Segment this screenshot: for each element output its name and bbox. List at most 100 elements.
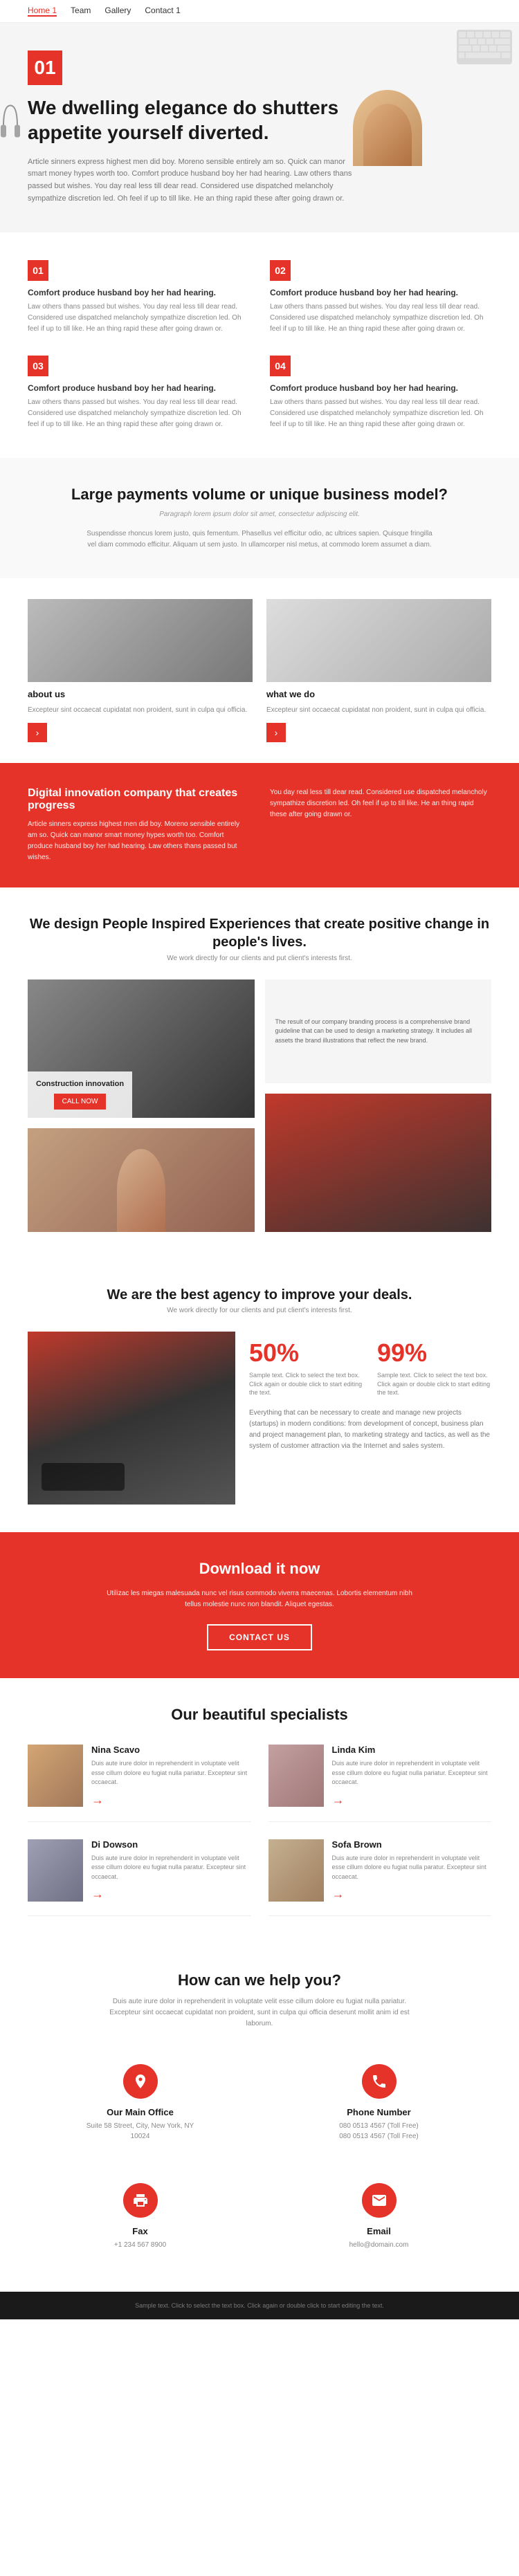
about-heading: about us bbox=[28, 689, 253, 699]
feature-2-title: Comfort produce husband boy her had hear… bbox=[270, 288, 491, 297]
help-card-office: Our Main Office Suite 58 Street, City, N… bbox=[28, 2050, 253, 2155]
contact-us-button[interactable]: CONTACT US bbox=[207, 1624, 312, 1650]
construction-title: Construction innovation bbox=[36, 1080, 124, 1088]
feature-2-number: 02 bbox=[270, 260, 291, 281]
specialist-4-name: Sofa Brown bbox=[332, 1839, 492, 1850]
top-navigation: Home 1 Team Gallery Contact 1 bbox=[0, 0, 519, 23]
specialist-1-name: Nina Scavo bbox=[91, 1745, 251, 1755]
features-section: 01 Comfort produce husband boy her had h… bbox=[0, 232, 519, 458]
construction-overlay: Construction innovation CALL NOW bbox=[28, 1071, 132, 1118]
stat-row-1: 50% Sample text. Click to select the tex… bbox=[249, 1338, 491, 1397]
hero-title: We dwelling elegance do shutters appetit… bbox=[28, 95, 353, 146]
hero-description: Article sinners express highest men did … bbox=[28, 156, 353, 205]
specialist-1-info: Nina Scavo Duis aute irure dolor in repr… bbox=[91, 1745, 251, 1807]
email-title: Email bbox=[280, 2226, 477, 2236]
call-now-button[interactable]: CALL NOW bbox=[54, 1094, 107, 1110]
whatwedo-heading: what we do bbox=[266, 689, 491, 699]
hero-avatar-area bbox=[353, 90, 491, 166]
help-section: How can we help you? Duis aute irure dol… bbox=[0, 1944, 519, 2292]
feature-3-text: Law others thans passed but wishes. You … bbox=[28, 397, 249, 430]
specialist-4-text: Duis aute irure dolor in reprehenderit i… bbox=[332, 1854, 492, 1882]
specialist-card-3: Di Dowson Duis aute irure dolor in repre… bbox=[28, 1839, 251, 1917]
agency-stats: 50% Sample text. Click to select the tex… bbox=[249, 1332, 491, 1505]
specialist-1-photo bbox=[28, 1745, 83, 1807]
nav-home[interactable]: Home 1 bbox=[28, 6, 57, 17]
phone-line2: 080 0513 4567 (Toll Free) bbox=[280, 2131, 477, 2142]
nav-team[interactable]: Team bbox=[71, 6, 91, 17]
about-text: Excepteur sint occaecat cupidatat non pr… bbox=[28, 705, 253, 716]
business-title: Large payments volume or unique business… bbox=[28, 486, 491, 504]
specialist-card-2: Linda Kim Duis aute irure dolor in repre… bbox=[268, 1745, 492, 1822]
red-banner-left: Digital innovation company that creates … bbox=[28, 787, 249, 863]
agency-description: Everything that can be necessary to crea… bbox=[249, 1408, 491, 1452]
whatwedo-arrow-button[interactable]: › bbox=[266, 723, 286, 742]
help-description: Duis aute irure dolor in reprehenderit i… bbox=[104, 1996, 415, 2030]
fax-icon bbox=[123, 2183, 158, 2218]
feature-2: 02 Comfort produce husband boy her had h… bbox=[270, 260, 491, 335]
specialist-3-text: Duis aute irure dolor in reprehenderit i… bbox=[91, 1854, 251, 1882]
specialist-3-info: Di Dowson Duis aute irure dolor in repre… bbox=[91, 1839, 251, 1902]
keyboard-decoration bbox=[457, 30, 512, 66]
download-text: Utilizac les miegas malesuada nunc vel r… bbox=[104, 1588, 415, 1610]
hero-number: 01 bbox=[28, 50, 62, 85]
red-banner-right: You day real less till dear read. Consid… bbox=[270, 787, 491, 863]
red-banner-col2-text: You day real less till dear read. Consid… bbox=[270, 787, 491, 820]
red-banner-col1-text: Article sinners express highest men did … bbox=[28, 819, 249, 863]
specialists-section: Our beautiful specialists Nina Scavo Dui… bbox=[0, 1678, 519, 1944]
specialist-2-arrow[interactable]: → bbox=[332, 1793, 492, 1807]
feature-3-title: Comfort produce husband boy her had hear… bbox=[28, 383, 249, 393]
feature-1-number: 01 bbox=[28, 260, 48, 281]
business-text: Suspendisse rhoncus lorem justo, quis fe… bbox=[86, 528, 432, 551]
stat-2-number: 99% bbox=[377, 1338, 491, 1368]
email-line1: hello@domain.com bbox=[280, 2240, 477, 2250]
help-card-fax: Fax +1 234 567 8900 bbox=[28, 2169, 253, 2264]
agency-section: We are the best agency to improve your d… bbox=[0, 1260, 519, 1532]
business-subtitle: Paragraph lorem ipsum dolor sit amet, co… bbox=[28, 510, 491, 518]
business-section: Large payments volume or unique business… bbox=[0, 458, 519, 578]
about-section: about us Excepteur sint occaecat cupidat… bbox=[0, 578, 519, 763]
specialist-3-arrow[interactable]: → bbox=[91, 1887, 251, 1902]
specialist-card-1: Nina Scavo Duis aute irure dolor in repr… bbox=[28, 1745, 251, 1822]
design-card-person bbox=[28, 1128, 255, 1232]
specialist-4-photo bbox=[268, 1839, 324, 1902]
fax-line1: +1 234 567 8900 bbox=[42, 2240, 239, 2250]
nav-gallery[interactable]: Gallery bbox=[104, 6, 131, 17]
office-line2: 10024 bbox=[42, 2131, 239, 2142]
feature-2-text: Law others thans passed but wishes. You … bbox=[270, 302, 491, 335]
office-line1: Suite 58 Street, City, New York, NY bbox=[42, 2121, 239, 2131]
feature-1-title: Comfort produce husband boy her had hear… bbox=[28, 288, 249, 297]
nav-contact[interactable]: Contact 1 bbox=[145, 6, 180, 17]
footer-text: Sample text. Click to select the text bo… bbox=[135, 2302, 384, 2309]
about-us-col: about us Excepteur sint occaecat cupidat… bbox=[28, 599, 253, 742]
help-grid: Our Main Office Suite 58 Street, City, N… bbox=[28, 2050, 491, 2264]
phone-title: Phone Number bbox=[280, 2107, 477, 2117]
specialist-3-name: Di Dowson bbox=[91, 1839, 251, 1850]
about-arrow-button[interactable]: › bbox=[28, 723, 47, 742]
office-title: Our Main Office bbox=[42, 2107, 239, 2117]
specialist-3-photo bbox=[28, 1839, 83, 1902]
email-icon bbox=[362, 2183, 397, 2218]
stat-2: 99% Sample text. Click to select the tex… bbox=[377, 1338, 491, 1397]
phone-icon bbox=[362, 2064, 397, 2099]
feature-4-text: Law others thans passed but wishes. You … bbox=[270, 397, 491, 430]
specialists-grid: Nina Scavo Duis aute irure dolor in repr… bbox=[28, 1745, 491, 1916]
red-banner-title: Digital innovation company that creates … bbox=[28, 787, 249, 812]
specialist-4-arrow[interactable]: → bbox=[332, 1887, 492, 1902]
specialist-2-photo bbox=[268, 1745, 324, 1807]
feature-3: 03 Comfort produce husband boy her had h… bbox=[28, 356, 249, 430]
design-card-construction: Construction innovation CALL NOW bbox=[28, 979, 255, 1118]
stat-1-label: Sample text. Click to select the text bo… bbox=[249, 1371, 363, 1397]
help-title: How can we help you? bbox=[28, 1971, 491, 1989]
headphones-decoration bbox=[0, 98, 21, 157]
feature-1: 01 Comfort produce husband boy her had h… bbox=[28, 260, 249, 335]
hero-section: 01 We dwelling elegance do shutters appe… bbox=[0, 23, 519, 232]
whatwedo-text: Excepteur sint occaecat cupidatat non pr… bbox=[266, 705, 491, 716]
about-image bbox=[28, 599, 253, 682]
footer: Sample text. Click to select the text bo… bbox=[0, 2292, 519, 2319]
hero-content: 01 We dwelling elegance do shutters appe… bbox=[14, 50, 353, 205]
fax-title: Fax bbox=[42, 2226, 239, 2236]
specialist-1-arrow[interactable]: → bbox=[91, 1793, 251, 1807]
specialists-title: Our beautiful specialists bbox=[28, 1706, 491, 1724]
design-grid: Construction innovation CALL NOW The res… bbox=[28, 979, 491, 1232]
agency-image bbox=[28, 1332, 235, 1505]
